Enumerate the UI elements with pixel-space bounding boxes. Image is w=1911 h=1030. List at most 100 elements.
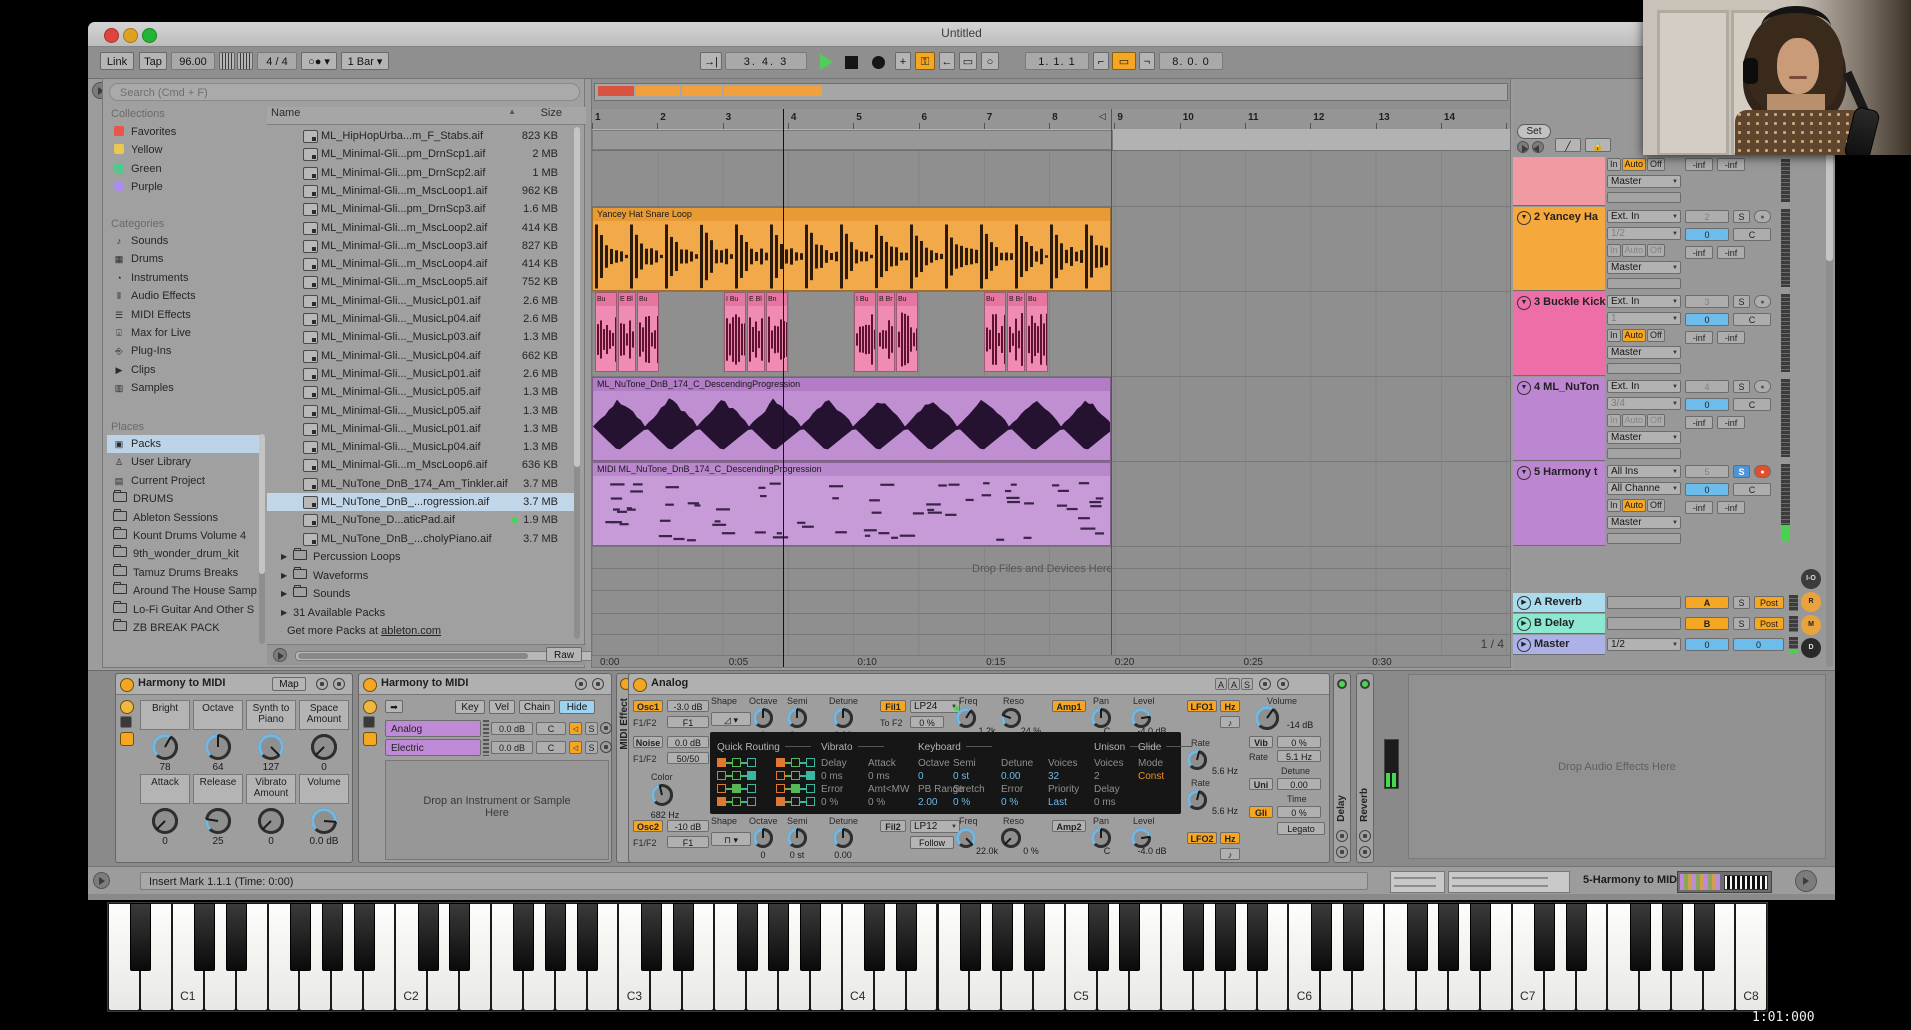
monitor-auto-button[interactable]: Auto: [1622, 158, 1647, 171]
quick-routing-cell[interactable]: [806, 771, 815, 780]
hscroll-handle[interactable]: [592, 130, 1113, 150]
tracks-scrollbar[interactable]: [1826, 111, 1833, 667]
monitor-in-button[interactable]: In: [1607, 244, 1621, 257]
chain-view-toggle[interactable]: [363, 716, 375, 728]
quick-routing-cell[interactable]: [732, 771, 741, 780]
link-button[interactable]: Link: [100, 52, 134, 70]
osc2-shape-chooser[interactable]: ⊓ ▾: [711, 832, 751, 846]
quick-routing-cell[interactable]: [732, 784, 741, 793]
macro-view-toggle[interactable]: [363, 700, 377, 714]
lfo1-chip[interactable]: LFO1: [1187, 700, 1217, 712]
input-type-chooser[interactable]: Ext. In: [1607, 380, 1681, 393]
back-to-arrangement-button[interactable]: ←: [939, 52, 955, 70]
piano-black-key[interactable]: [800, 903, 821, 971]
sidebar-item-9th-wonder-drum-kit[interactable]: 9th_wonder_drum_kit: [107, 545, 261, 563]
track-delay-field[interactable]: [1607, 192, 1681, 203]
monitor-off-button[interactable]: Off: [1647, 244, 1665, 257]
ableton-com-link[interactable]: ableton.com: [381, 625, 441, 637]
piano-black-key[interactable]: [354, 903, 375, 971]
fil1-freq-knob[interactable]: [956, 708, 976, 728]
monitor-switch[interactable]: InAutoOff: [1607, 158, 1665, 171]
device-activator[interactable]: [633, 678, 647, 692]
hot-swap-icon[interactable]: [1336, 830, 1348, 842]
quick-routing-cell[interactable]: [776, 784, 785, 793]
chain-volume-box[interactable]: 0.0 dB: [491, 741, 533, 754]
sidebar-item-midi-effects[interactable]: ☰MIDI Effects: [107, 306, 261, 324]
show-r-toggle[interactable]: R: [1801, 592, 1821, 612]
clip-buckle-kick[interactable]: Bu: [1026, 292, 1048, 372]
volume-box[interactable]: -inf: [1717, 416, 1745, 429]
output-chooser[interactable]: Master: [1607, 346, 1681, 359]
input-type-chooser[interactable]: Ext. In: [1607, 295, 1681, 308]
macro-knob[interactable]: [311, 734, 337, 760]
track-delay-field[interactable]: [1607, 533, 1681, 544]
piano-black-key[interactable]: [1566, 903, 1587, 971]
unison-detune-box[interactable]: 0.00: [1277, 778, 1321, 790]
track-number-box[interactable]: 4: [1685, 380, 1729, 393]
hide-zones-button[interactable]: Hide: [559, 700, 595, 714]
track-number-box[interactable]: 5: [1685, 465, 1729, 478]
chain-solo-button[interactable]: S: [585, 741, 598, 754]
macro-knob[interactable]: [152, 734, 178, 760]
midi-capture-button[interactable]: ⚿: [915, 52, 935, 70]
macro-knob[interactable]: [258, 808, 284, 834]
sidebar-item-zb-break-pack[interactable]: ZB BREAK PACK: [107, 619, 261, 637]
piano-black-key[interactable]: [1119, 903, 1140, 971]
expand-arrow-icon[interactable]: ▶: [281, 567, 287, 585]
quick-routing-cell[interactable]: [747, 797, 756, 806]
unfold-track-icon[interactable]: ▼: [1517, 296, 1531, 310]
uni-chip[interactable]: Uni: [1249, 778, 1273, 790]
file-row[interactable]: ML_Minimal-Gli..._MusicLp01.aif1.3 MB: [267, 420, 580, 438]
piano-black-key[interactable]: [864, 903, 885, 971]
monitor-off-button[interactable]: Off: [1647, 329, 1665, 342]
volume-box[interactable]: -inf: [1685, 416, 1713, 429]
fil2-type-chooser[interactable]: LP12: [910, 820, 960, 833]
noise-filter-balance[interactable]: 50/50: [667, 752, 709, 764]
piano-black-key[interactable]: [1630, 903, 1651, 971]
beat-time-ruler[interactable]: 123456789101112131415: [592, 109, 1511, 130]
clip-yancey-hat-snare-loop[interactable]: Yancey Hat Snare Loop: [592, 207, 1111, 291]
pan-center-box[interactable]: C: [1733, 398, 1771, 411]
piano-black-key[interactable]: [1215, 903, 1236, 971]
file-row[interactable]: ML_Minimal-Gli..._MusicLp03.aif1.3 MB: [267, 328, 580, 346]
pan-center-box[interactable]: C: [1733, 313, 1771, 326]
piano-black-key[interactable]: [1247, 903, 1268, 971]
nudge-up-button[interactable]: [237, 52, 253, 70]
arrangement-hscroll[interactable]: [592, 129, 1511, 151]
show-hide-device-view-button[interactable]: [1795, 870, 1817, 892]
display-text[interactable]: 2: [1094, 771, 1100, 782]
display-text[interactable]: 0 st: [953, 771, 969, 782]
stop-button[interactable]: [845, 56, 858, 69]
piano-black-key[interactable]: [1694, 903, 1715, 971]
amp2-chip[interactable]: Amp2: [1052, 820, 1086, 832]
clip-buckle-kick[interactable]: B Br: [877, 292, 895, 372]
piano-black-key[interactable]: [418, 903, 439, 971]
quick-routing-cell[interactable]: [717, 797, 726, 806]
track-name-block[interactable]: ▼5 Harmony t: [1513, 462, 1605, 546]
amp2-pan-knob[interactable]: [1091, 828, 1111, 848]
noise-color-knob[interactable]: [651, 784, 673, 806]
raw-button[interactable]: Raw: [546, 647, 582, 662]
solo-button[interactable]: S: [1733, 596, 1750, 609]
monitor-auto-button[interactable]: Auto: [1622, 499, 1647, 512]
monitor-off-button[interactable]: Off: [1647, 414, 1665, 427]
input-channel-chooser[interactable]: 3/4: [1607, 397, 1681, 410]
sidebar-item-green[interactable]: Green: [107, 160, 261, 178]
set-button[interactable]: Set: [1517, 124, 1551, 139]
clip-buckle-kick[interactable]: Bn: [766, 292, 788, 372]
fil2-freq-knob[interactable]: [956, 828, 976, 848]
osc1-chip[interactable]: Osc1: [633, 700, 663, 712]
nudge-down-button[interactable]: [219, 52, 235, 70]
devices-view-toggle[interactable]: [363, 732, 377, 746]
global-volume-knob[interactable]: [1255, 706, 1279, 730]
osc1-filter-balance[interactable]: F1: [667, 716, 709, 728]
post-button[interactable]: Post: [1754, 617, 1784, 630]
file-row[interactable]: ML_Minimal-Gli..._MusicLp04.aif2.6 MB: [267, 310, 580, 328]
arrangement-overview[interactable]: [594, 83, 1508, 101]
osc2-octave-knob[interactable]: [753, 828, 773, 848]
volume-box[interactable]: -inf: [1685, 331, 1713, 344]
display-text[interactable]: Last: [1048, 797, 1067, 808]
quick-routing-cell[interactable]: [747, 758, 756, 767]
quick-routing-cell[interactable]: [747, 771, 756, 780]
hot-swap-icon[interactable]: [1359, 830, 1371, 842]
